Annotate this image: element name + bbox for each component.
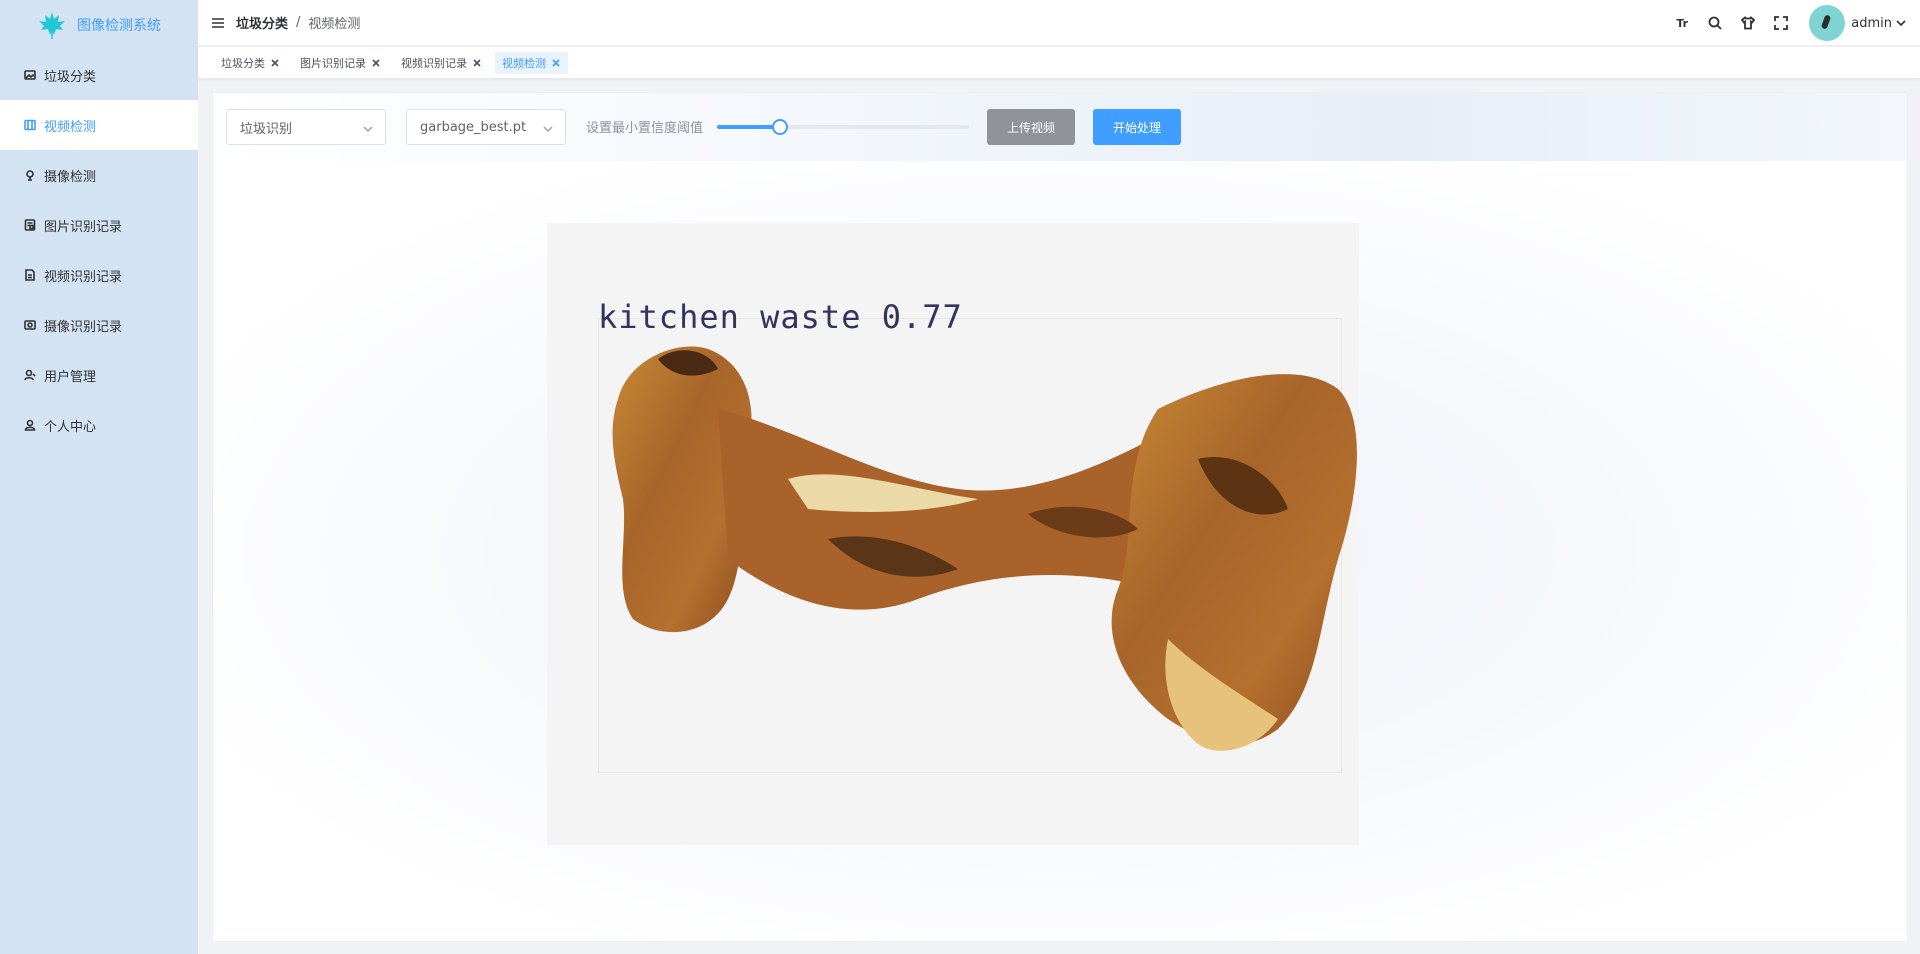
start-process-button[interactable]: 开始处理 bbox=[1093, 109, 1181, 145]
app-title: 图像检测系统 bbox=[77, 18, 161, 34]
close-icon[interactable] bbox=[551, 58, 561, 68]
tag-label: 视频识别记录 bbox=[401, 56, 467, 70]
video-preview-area: kitchen waste 0.77 bbox=[213, 161, 1907, 941]
sidebar-item-profile[interactable]: 个人中心 bbox=[0, 400, 198, 450]
chevron-down-icon bbox=[363, 123, 373, 133]
close-icon[interactable] bbox=[371, 58, 381, 68]
chevron-down-icon[interactable] bbox=[1896, 18, 1906, 28]
sidebar-item-label: 垃圾分类 bbox=[44, 69, 97, 85]
breadcrumb: 垃圾分类 / 视频检测 bbox=[236, 13, 360, 32]
breadcrumb-item-current: 视频检测 bbox=[308, 17, 361, 32]
tag-video-detect[interactable]: 视频检测 bbox=[495, 51, 568, 74]
sidebar-item-camera-detect[interactable]: 摄像检测 bbox=[0, 150, 198, 200]
tag-label: 垃圾分类 bbox=[221, 56, 265, 70]
task-select[interactable]: 垃圾识别 bbox=[226, 109, 386, 145]
sidebar-menu: 垃圾分类 视频检测 摄像检测 图片识别记录 视频识别记录 摄像识别记录 用户管理 bbox=[0, 50, 198, 450]
camera-record-icon bbox=[24, 319, 36, 331]
toolbar: 垃圾识别 garbage_best.pt 设置最小置信度阈值 上传视频 开始处理 bbox=[213, 93, 1907, 161]
slider-handle[interactable] bbox=[772, 119, 788, 135]
sidebar-item-label: 摄像识别记录 bbox=[44, 319, 123, 335]
tag-label: 图片识别记录 bbox=[300, 56, 366, 70]
sidebar-item-label: 个人中心 bbox=[44, 419, 97, 435]
threshold-label: 设置最小置信度阈值 bbox=[586, 121, 704, 136]
chevron-down-icon bbox=[543, 123, 553, 133]
font-size-icon[interactable]: Tr bbox=[1674, 15, 1690, 31]
username[interactable]: admin bbox=[1851, 16, 1892, 31]
model-select-value: garbage_best.pt bbox=[420, 119, 527, 135]
maple-leaf-icon bbox=[39, 12, 65, 39]
sidebar-item-user-management[interactable]: 用户管理 bbox=[0, 350, 198, 400]
detected-bone-image bbox=[612, 346, 1357, 751]
tag-label: 视频检测 bbox=[502, 56, 546, 70]
camera-icon bbox=[24, 169, 36, 181]
hamburger-icon[interactable] bbox=[210, 15, 226, 31]
slider-fill bbox=[717, 125, 780, 129]
sidebar-item-camera-records[interactable]: 摄像识别记录 bbox=[0, 300, 198, 350]
main-card: 垃圾识别 garbage_best.pt 设置最小置信度阈值 上传视频 开始处理 bbox=[212, 92, 1908, 942]
tags-view: 垃圾分类 图片识别记录 视频识别记录 视频检测 bbox=[198, 47, 1920, 79]
sidebar-item-image-records[interactable]: 图片识别记录 bbox=[0, 200, 198, 250]
avatar[interactable] bbox=[1809, 5, 1846, 41]
close-icon[interactable] bbox=[270, 58, 280, 68]
app-logo[interactable]: 图像检测系统 bbox=[0, 0, 198, 50]
breadcrumb-item[interactable]: 垃圾分类 bbox=[236, 13, 288, 32]
video-record-icon bbox=[24, 269, 36, 281]
search-icon[interactable] bbox=[1707, 15, 1723, 31]
sidebar-item-label: 视频检测 bbox=[44, 119, 97, 135]
task-select-value: 垃圾识别 bbox=[240, 121, 293, 137]
fullscreen-icon[interactable] bbox=[1773, 15, 1789, 31]
sidebar-item-label: 摄像检测 bbox=[44, 169, 97, 185]
tag-image-records[interactable]: 图片识别记录 bbox=[293, 52, 388, 74]
confidence-slider[interactable] bbox=[717, 119, 969, 135]
close-icon[interactable] bbox=[472, 58, 482, 68]
sidebar-item-video-detect[interactable]: 视频检测 bbox=[0, 100, 198, 150]
user-manage-icon bbox=[24, 369, 36, 381]
sidebar-item-video-records[interactable]: 视频识别记录 bbox=[0, 250, 198, 300]
sidebar-item-label: 用户管理 bbox=[44, 369, 97, 385]
sidebar-item-garbage-classify[interactable]: 垃圾分类 bbox=[0, 50, 198, 100]
detection-label: kitchen waste 0.77 bbox=[598, 298, 963, 336]
model-select[interactable]: garbage_best.pt bbox=[406, 109, 566, 145]
tag-garbage-classify[interactable]: 垃圾分类 bbox=[214, 52, 287, 74]
theme-shirt-icon[interactable] bbox=[1740, 15, 1756, 31]
image-record-icon bbox=[24, 219, 36, 231]
breadcrumb-separator: / bbox=[296, 15, 301, 30]
sidebar-item-label: 视频识别记录 bbox=[44, 269, 123, 285]
tag-video-records[interactable]: 视频识别记录 bbox=[394, 52, 489, 74]
user-icon bbox=[24, 419, 36, 431]
sidebar: 图像检测系统 垃圾分类 视频检测 摄像检测 图片识别记录 视频识别记录 摄像识别… bbox=[0, 0, 198, 954]
sidebar-item-label: 图片识别记录 bbox=[44, 219, 123, 235]
upload-video-button[interactable]: 上传视频 bbox=[987, 109, 1075, 145]
video-icon bbox=[24, 119, 36, 131]
header-actions: Tr admin bbox=[1657, 0, 1906, 46]
picture-icon bbox=[24, 69, 36, 81]
top-navbar: 垃圾分类 / 视频检测 Tr admin bbox=[198, 0, 1920, 46]
